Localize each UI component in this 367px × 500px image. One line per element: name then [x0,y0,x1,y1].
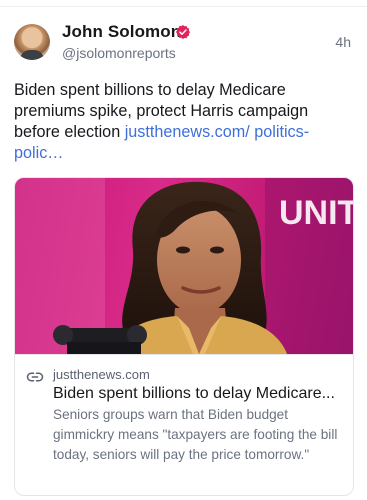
card-image[interactable]: UNIT [15,178,353,354]
card-domain: justthenews.com [53,367,150,382]
card-image-sign-text: UNIT [279,194,353,232]
card-title[interactable]: Biden spent billions to delay Medicare..… [53,383,345,404]
card-meta[interactable]: justthenews.com Biden spent billions to … [15,354,353,495]
author-handle[interactable]: @jsolomonreports [62,45,176,61]
link-preview-card[interactable]: UNIT justthenews.com Biden spent billion… [14,177,354,496]
author-name[interactable]: John Solomon [62,22,181,42]
avatar[interactable] [14,24,50,60]
card-description: Seniors groups warn that Biden budget gi… [53,407,338,462]
post-timestamp[interactable]: 4h [335,34,351,50]
social-post: John Solomon @jsolomonreports 4h Biden s… [0,0,367,500]
post-text: Biden spent billions to delay Medicare p… [14,80,354,164]
avatar-shirt [20,50,44,60]
link-chain-icon [26,372,44,382]
card-image-illustration: UNIT [15,178,353,354]
verified-badge-icon [175,25,191,39]
